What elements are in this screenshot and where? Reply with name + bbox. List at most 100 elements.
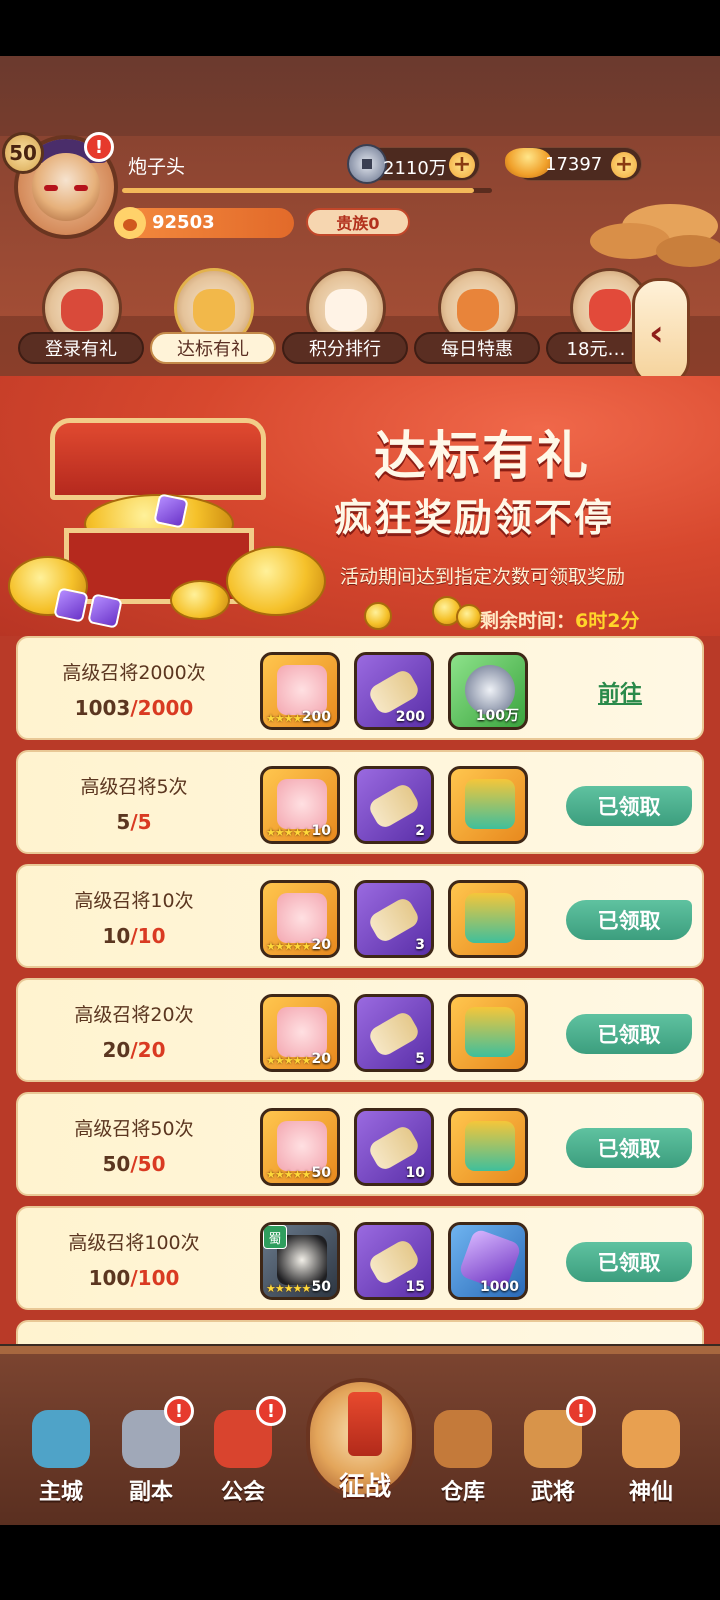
puzzle-icon bbox=[277, 1121, 327, 1171]
reward-item-box[interactable] bbox=[448, 766, 528, 844]
row-title: 高级召将10次 bbox=[74, 890, 194, 912]
row-progress: 1003/2000 bbox=[18, 696, 250, 720]
collapse-tabs-button[interactable]: ‹ bbox=[632, 278, 690, 386]
reward-item-coin[interactable]: 100万 bbox=[448, 652, 528, 730]
reward-item-puzzle[interactable]: ★★★★★ 20 bbox=[260, 994, 340, 1072]
tab-label: 登录有礼 bbox=[18, 332, 144, 364]
claimed-button[interactable]: 已领取 bbox=[566, 1128, 692, 1168]
reward-item-puzzle[interactable]: ★★★★★ 200 bbox=[260, 652, 340, 730]
progress-current: 100 bbox=[88, 1266, 131, 1290]
silver-currency: 2110万 + bbox=[347, 144, 480, 184]
nav-label: 副本 bbox=[128, 1480, 173, 1505]
battle-flag-icon bbox=[348, 1392, 382, 1456]
claimed-button[interactable]: 已领取 bbox=[566, 1242, 692, 1282]
avatar-face bbox=[32, 153, 100, 221]
nav-item-2[interactable]: 公会! bbox=[198, 1396, 288, 1520]
reward-item-puzzle[interactable]: ★★★★★ 10 bbox=[260, 766, 340, 844]
reward-row: 高级召将2000次 1003/2000 ★★★★★ 200 200 100万 前往 bbox=[16, 636, 704, 740]
reward-row: 高级召将5次 5/5 ★★★★★ 10 2 已领取 bbox=[16, 750, 704, 854]
reward-item-scroll[interactable]: 2 bbox=[354, 766, 434, 844]
reward-item-crystal[interactable]: 1000 bbox=[448, 1222, 528, 1300]
claimed-button[interactable]: 已领取 bbox=[566, 1014, 692, 1054]
reward-item-scroll[interactable]: 200 bbox=[354, 652, 434, 730]
faction-badge: 蜀 bbox=[263, 1225, 287, 1249]
progress-target: /10 bbox=[130, 924, 166, 948]
reward-item-scroll[interactable]: 3 bbox=[354, 880, 434, 958]
nav-item-4[interactable]: 武将! bbox=[508, 1396, 598, 1520]
claimed-button[interactable]: 已领取 bbox=[566, 786, 692, 826]
claimed-button[interactable]: 已领取 bbox=[566, 900, 692, 940]
tab-label: 积分排行 bbox=[282, 332, 408, 364]
cat-face-icon bbox=[622, 1410, 680, 1468]
coin-icon bbox=[364, 602, 392, 630]
avatar-eye bbox=[74, 185, 88, 191]
nav-item-3[interactable]: 仓库 bbox=[418, 1410, 508, 1520]
puzzle-icon bbox=[277, 1007, 327, 1057]
reward-item-puzzle[interactable]: ★★★★★ 50 bbox=[260, 1108, 340, 1186]
chest-lid bbox=[50, 418, 266, 500]
tab-daily-deal[interactable]: 每日特惠 bbox=[414, 262, 540, 372]
battle-label: 征战 bbox=[338, 1472, 391, 1502]
item-quantity: 15 bbox=[405, 1279, 425, 1295]
exp-bar-fill bbox=[122, 188, 474, 193]
add-silver-button[interactable]: + bbox=[449, 152, 475, 178]
progress-current: 20 bbox=[102, 1038, 131, 1062]
scroll-icon bbox=[366, 895, 422, 945]
tab-art bbox=[325, 289, 367, 331]
reward-item-scroll[interactable]: 10 bbox=[354, 1108, 434, 1186]
nav-item-0[interactable]: 主城 bbox=[16, 1410, 106, 1520]
level-badge: 50 bbox=[2, 132, 44, 174]
progress-target: /20 bbox=[130, 1038, 166, 1062]
progress-current: 5 bbox=[116, 810, 131, 834]
paw-icon bbox=[114, 207, 146, 239]
tab-art bbox=[61, 289, 103, 331]
alert-icon: ! bbox=[566, 1396, 596, 1426]
noble-badge[interactable]: 贵族0 bbox=[306, 208, 410, 236]
tab-login-gift[interactable]: 登录有礼 bbox=[18, 262, 144, 372]
countdown: 剩余时间：6时2分 bbox=[480, 606, 639, 633]
progress-target: /2000 bbox=[130, 696, 194, 720]
scroll-icon bbox=[366, 781, 422, 831]
item-quantity: 2 bbox=[415, 823, 425, 839]
star-rating: ★★★★★ bbox=[266, 1054, 311, 1067]
progress-target: /100 bbox=[130, 1266, 180, 1290]
add-gold-button[interactable]: + bbox=[611, 152, 637, 178]
row-progress: 50/50 bbox=[18, 1152, 250, 1176]
goto-button[interactable]: 前往 bbox=[598, 676, 642, 708]
power-pill: 92503 bbox=[114, 207, 294, 239]
puzzle-icon bbox=[277, 665, 327, 715]
reward-row: 高级召将100次 100/100 蜀 ★★★★★ 50 15 1000 已领取 bbox=[16, 1206, 704, 1310]
alert-icon: ! bbox=[164, 1396, 194, 1426]
nav-item-1[interactable]: 副本! bbox=[106, 1396, 196, 1520]
gold-pile bbox=[170, 580, 230, 620]
item-quantity: 5 bbox=[415, 1051, 425, 1067]
reward-item-hero[interactable]: 蜀 ★★★★★ 50 bbox=[260, 1222, 340, 1300]
banner-title: 达标有礼 bbox=[374, 426, 591, 487]
star-rating: ★★★★★ bbox=[266, 940, 311, 953]
tab-18-yuan[interactable]: 18元… bbox=[546, 262, 650, 372]
tab-points-ranking[interactable]: 积分排行 bbox=[282, 262, 408, 372]
nav-label: 武将 bbox=[530, 1480, 575, 1505]
nav-item-5[interactable]: 神仙 bbox=[606, 1410, 696, 1520]
reward-row: 高级召将50次 50/50 ★★★★★ 50 10 已领取 bbox=[16, 1092, 704, 1196]
item-quantity: 50 bbox=[311, 1279, 331, 1295]
reward-item-puzzle[interactable]: ★★★★★ 20 bbox=[260, 880, 340, 958]
row-progress: 20/20 bbox=[18, 1038, 250, 1062]
reward-item-box[interactable] bbox=[448, 880, 528, 958]
tab-art bbox=[589, 289, 631, 331]
item-quantity: 10 bbox=[311, 823, 331, 839]
reward-item-box[interactable] bbox=[448, 994, 528, 1072]
reward-item-scroll[interactable]: 5 bbox=[354, 994, 434, 1072]
tab-label: 18元… bbox=[546, 332, 646, 364]
tab-milestone-gift[interactable]: 达标有礼 bbox=[150, 262, 276, 372]
gold-value: 17397 bbox=[545, 154, 603, 175]
reward-list[interactable]: 高级召将2000次 1003/2000 ★★★★★ 200 200 100万 前往 高级召将5… bbox=[0, 636, 720, 1344]
avatar-alert-icon: ! bbox=[84, 132, 114, 162]
battle-button[interactable]: 征战 bbox=[306, 1378, 416, 1502]
item-quantity: 3 bbox=[415, 937, 425, 953]
reward-item-scroll[interactable]: 15 bbox=[354, 1222, 434, 1300]
puzzle-icon bbox=[277, 779, 327, 829]
row-progress: 5/5 bbox=[18, 810, 250, 834]
gem-icon bbox=[153, 493, 189, 529]
reward-item-box[interactable] bbox=[448, 1108, 528, 1186]
